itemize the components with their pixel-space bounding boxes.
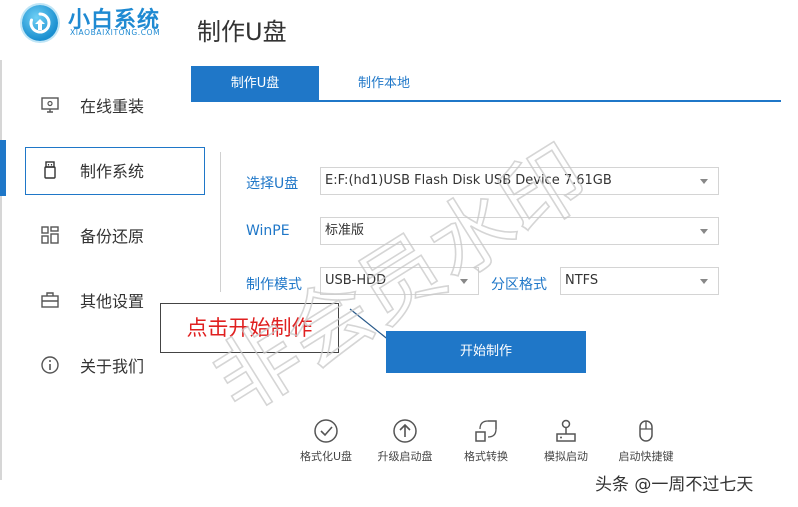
partition-select[interactable]: NTFS	[560, 267, 719, 295]
tool-boot-hotkey[interactable]: 启动快捷键	[611, 418, 681, 468]
chevron-down-icon	[700, 279, 708, 284]
partition-select-value: NTFS	[565, 273, 599, 288]
sidebar-item-make-system[interactable]: 制作系统	[0, 145, 210, 195]
tool-label: 格式化U盘	[299, 450, 353, 463]
usb-drive-select[interactable]: E:F:(hd1)USB Flash Disk USB Device 7.61G…	[320, 167, 719, 195]
mode-label: 制作模式	[246, 277, 302, 293]
sidebar-item-label: 其他设置	[80, 292, 145, 311]
chevron-down-icon	[460, 279, 468, 284]
winpe-select-value: 标准版	[325, 223, 365, 238]
winpe-label: WinPE	[246, 223, 290, 239]
tool-upgrade-boot-disk[interactable]: 升级启动盘	[370, 418, 440, 468]
sidebar-item-label: 备份还原	[80, 227, 145, 246]
chevron-down-icon	[700, 179, 708, 184]
winpe-select[interactable]: 标准版	[320, 217, 719, 245]
sidebar-item-online-reinstall[interactable]: 在线重装	[0, 80, 210, 130]
check-circle-icon	[314, 419, 338, 443]
page-title: 制作U盘	[197, 18, 287, 46]
start-make-button[interactable]: 开始制作	[386, 331, 586, 373]
mode-select[interactable]: USB-HDD	[320, 267, 479, 295]
tool-format-convert[interactable]: 格式转换	[451, 418, 521, 468]
mouse-icon	[639, 420, 653, 442]
tab-make-usb[interactable]: 制作U盘	[191, 66, 319, 101]
attribution-text: 头条 @一周不过七天	[595, 475, 754, 495]
arrow-up-circle-icon	[393, 419, 417, 443]
joystick-icon	[556, 419, 576, 442]
sidebar-item-label: 在线重装	[80, 97, 145, 116]
tab-underline	[191, 100, 781, 102]
usb-drive-icon	[40, 160, 60, 180]
tab-make-local[interactable]: 制作本地	[320, 66, 448, 101]
tool-label: 模拟启动	[544, 450, 588, 463]
tool-simulate-boot[interactable]: 模拟启动	[531, 418, 601, 468]
usb-drive-select-value: E:F:(hd1)USB Flash Disk USB Device 7.61G…	[325, 173, 612, 188]
sidebar-item-label: 制作系统	[80, 162, 145, 181]
tool-label: 升级启动盘	[377, 450, 433, 463]
sidebar-item-label: 关于我们	[80, 357, 145, 376]
grid-icon	[40, 225, 60, 245]
mode-select-value: USB-HDD	[325, 273, 387, 288]
tool-label: 启动快捷键	[618, 450, 674, 463]
sidebar-item-backup-restore[interactable]: 备份还原	[0, 210, 210, 260]
tool-label: 格式转换	[464, 450, 508, 463]
usb-select-label: 选择U盘	[246, 176, 299, 192]
tool-format-usb[interactable]: 格式化U盘	[291, 418, 361, 468]
brand-subtitle: XIAOBAIXITONG.COM	[70, 28, 161, 37]
content-divider	[220, 152, 221, 292]
callout-annotation: 点击开始制作	[160, 303, 339, 353]
logo-icon	[22, 5, 58, 41]
convert-icon	[475, 420, 497, 442]
partition-label: 分区格式	[491, 277, 547, 293]
monitor-icon	[40, 95, 60, 115]
toolbox-icon	[40, 290, 60, 310]
info-icon	[40, 355, 60, 375]
chevron-down-icon	[700, 229, 708, 234]
